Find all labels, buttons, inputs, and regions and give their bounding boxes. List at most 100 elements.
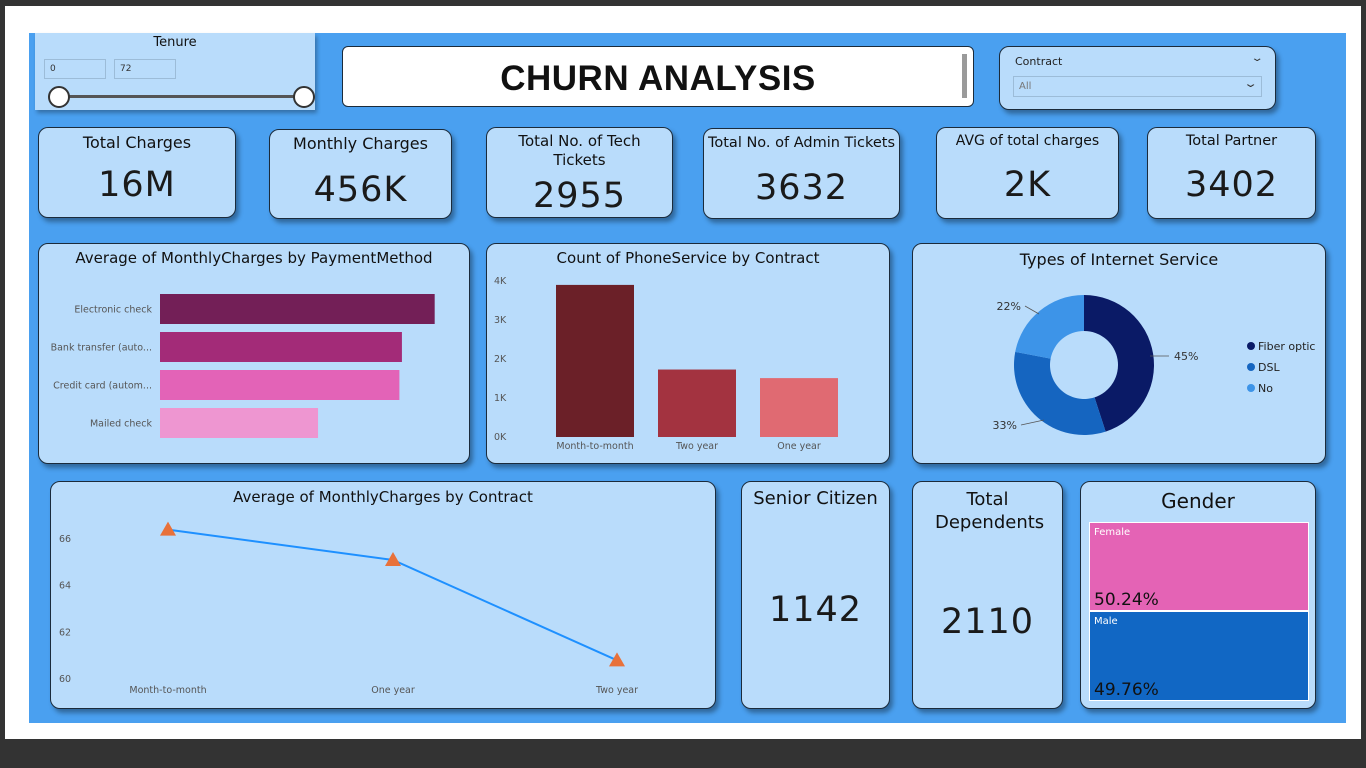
legend-label: No [1258, 382, 1273, 395]
tenure-min-value: 0 [50, 64, 56, 74]
contract-slicer: Contract ⌄ All ⌄ [999, 46, 1276, 110]
kpi-senior-citizen: Senior Citizen 1142 [741, 481, 890, 709]
y-tick-label: 0K [494, 432, 507, 443]
kpi-value: 1142 [768, 590, 863, 630]
y-tick-label: 1K [494, 393, 507, 404]
page-title: CHURN ANALYSIS [500, 59, 816, 98]
bar[interactable] [160, 294, 435, 324]
data-point-marker[interactable] [160, 521, 176, 536]
tenure-slicer-title: Tenure [153, 35, 197, 50]
treemap-value-female: 50.24% [1094, 590, 1159, 610]
contract-slicer-label: Contract [1015, 55, 1063, 68]
scrollbar[interactable] [962, 54, 967, 98]
legend-marker [1247, 363, 1255, 371]
legend-marker [1247, 342, 1255, 350]
phone-service-chart: Count of PhoneService by Contract 0K 1K 2K… [486, 243, 890, 464]
line-chart-svg: 60 62 64 66 Month-to-month One year Two year [59, 521, 638, 696]
chevron-down-icon: ⌄ [1243, 77, 1258, 90]
leader-line [1024, 305, 1040, 315]
bar[interactable] [160, 332, 402, 362]
y-tick-label: 64 [59, 581, 71, 592]
slice-value-label: 22% [997, 300, 1021, 313]
treemap-label-female: Female [1094, 527, 1131, 538]
kpi-total-dependents: Total Dependents 2110 [912, 481, 1063, 709]
chevron-down-icon[interactable]: ⌄ [1250, 53, 1263, 64]
kpi-label: Senior Citizen [753, 488, 878, 509]
y-tick-label: 2K [494, 354, 507, 365]
x-tick-label: One year [371, 685, 415, 696]
internet-chart-svg: 45% Fiber optic 33% DSL 22% No [993, 295, 1315, 435]
tenure-max-input[interactable]: 72 [114, 59, 176, 79]
report-canvas: Tenure 0 72 CHURN ANALYSIS Contract ⌄ Al… [29, 33, 1346, 723]
bar[interactable] [658, 369, 736, 437]
category-label: Bank transfer (auto... [51, 343, 152, 354]
payment-method-chart: Average of MonthlyCharges by PaymentMeth… [38, 243, 470, 464]
kpi-value: 456K [313, 170, 408, 210]
kpi-monthly-charges: Monthly Charges 456K [269, 129, 452, 219]
x-tick-label: Two year [675, 441, 718, 452]
tenure-slider-max-handle[interactable] [293, 86, 315, 108]
kpi-avg-total-charges: AVG of total charges 2K [936, 127, 1119, 219]
contract-dropdown-value: All [1019, 81, 1032, 92]
legend-label: Fiber optic [1258, 340, 1315, 353]
kpi-tech-tickets: Total No. of Tech Tickets 2955 [486, 127, 673, 218]
kpi-total-charges: Total Charges 16M [38, 127, 236, 218]
kpi-label: Total Partner [1185, 133, 1278, 149]
phone-chart-svg: 0K 1K 2K 3K 4K Month-to-month Two year One year [494, 276, 838, 452]
category-label: Credit card (autom... [53, 381, 152, 392]
category-label: Mailed check [90, 419, 153, 430]
data-point-marker[interactable] [609, 652, 625, 667]
x-tick-label: Month-to-month [129, 685, 206, 696]
tenure-slider-track[interactable] [59, 95, 299, 98]
legend-label: DSL [1258, 361, 1280, 374]
kpi-label: Total Charges [82, 133, 192, 152]
donut-slice[interactable] [1014, 351, 1106, 435]
kpi-value: 3632 [754, 168, 849, 208]
chart-title: Gender [1161, 489, 1235, 513]
tenure-max-value: 72 [120, 64, 132, 74]
slice-value-label: 45% [1174, 350, 1198, 363]
y-tick-label: 62 [59, 627, 71, 638]
y-tick-label: 66 [59, 534, 71, 545]
leader-line [1020, 419, 1045, 426]
kpi-label: Total Dependents [935, 489, 1045, 533]
kpi-value: 2955 [532, 176, 627, 216]
kpi-value: 16M [98, 165, 176, 205]
kpi-value: 2K [1003, 165, 1052, 205]
x-tick-label: One year [777, 441, 821, 452]
treemap-tile-female[interactable]: Female 50.24% [1089, 522, 1309, 611]
slice-value-label: 33% [993, 419, 1017, 432]
report-frame: Tenure 0 72 CHURN ANALYSIS Contract ⌄ Al… [5, 6, 1361, 739]
tenure-slicer: Tenure 0 72 [35, 33, 315, 110]
legend-marker [1247, 384, 1255, 392]
kpi-value: 2110 [940, 602, 1035, 642]
category-label: Electronic check [74, 305, 152, 316]
tenure-slider-min-handle[interactable] [48, 86, 70, 108]
y-tick-label: 60 [59, 674, 71, 685]
kpi-label: Monthly Charges [293, 134, 428, 153]
contract-dropdown[interactable]: All ⌄ [1013, 76, 1262, 97]
donut-slice[interactable] [1015, 295, 1084, 359]
bar[interactable] [760, 378, 838, 437]
header-banner: CHURN ANALYSIS [342, 46, 974, 107]
series-line [167, 528, 618, 662]
kpi-label: Total No. of Admin Tickets [707, 135, 895, 151]
bar[interactable] [556, 284, 634, 437]
kpi-admin-tickets: Total No. of Admin Tickets 3632 [703, 128, 900, 219]
y-tick-label: 4K [494, 276, 507, 287]
x-tick-label: Two year [595, 685, 638, 696]
kpi-label: Total No. of Tech Tickets [518, 132, 641, 169]
treemap-value-male: 49.76% [1094, 680, 1159, 700]
bar[interactable] [160, 370, 400, 400]
contract-line-chart: Average of MonthlyCharges by Contract 60… [50, 481, 716, 709]
gender-chart: Gender Female 50.24% Male 49.76% [1080, 481, 1316, 709]
y-tick-label: 3K [494, 315, 507, 326]
payment-chart-svg: Electronic check Bank transfer (auto... Cr… [51, 294, 435, 438]
x-tick-label: Month-to-month [556, 441, 633, 452]
treemap-label-male: Male [1094, 616, 1118, 627]
bar[interactable] [160, 408, 319, 438]
kpi-label: AVG of total charges [955, 133, 1100, 149]
treemap-tile-male[interactable]: Male 49.76% [1089, 611, 1309, 701]
tenure-min-input[interactable]: 0 [44, 59, 106, 79]
kpi-value: 3402 [1184, 165, 1279, 205]
